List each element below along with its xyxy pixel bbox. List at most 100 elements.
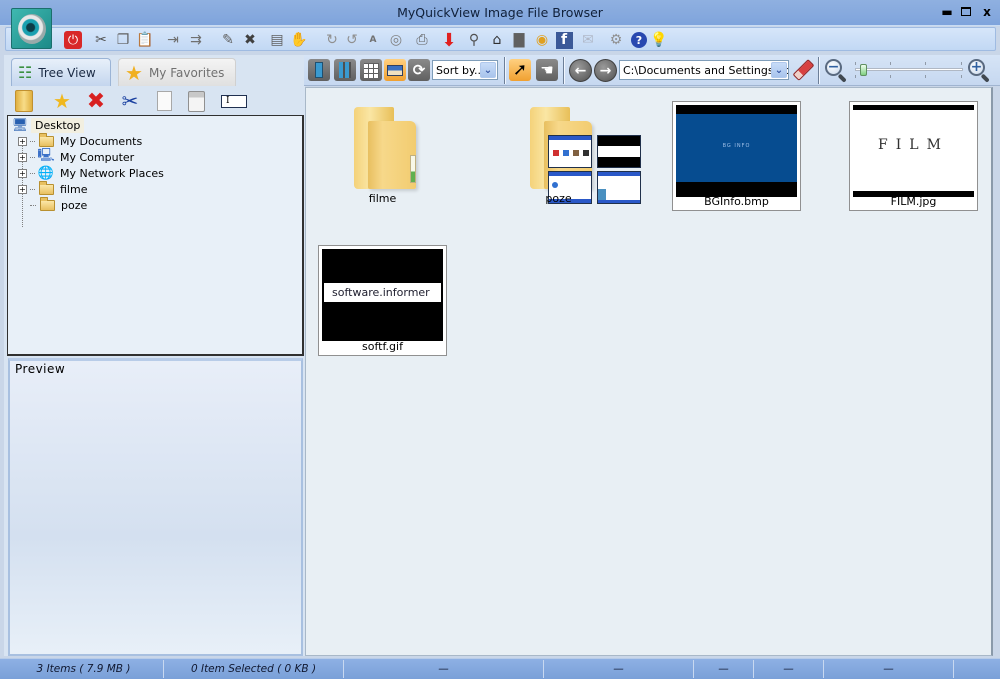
settings-button[interactable]: ⚙ bbox=[606, 30, 626, 50]
paste-button[interactable]: 📋 bbox=[135, 30, 155, 50]
view-grid-button[interactable] bbox=[360, 59, 382, 81]
expand-toggle[interactable]: + bbox=[18, 168, 27, 178]
folder-tree[interactable]: 🖥 Desktop + My Documents + 🖳 My Computer… bbox=[7, 115, 304, 356]
pan-tool-button[interactable]: ☚ bbox=[536, 59, 558, 81]
status-cell: — bbox=[544, 660, 694, 678]
search-button[interactable]: ⚲ bbox=[464, 30, 484, 50]
back-button[interactable]: ← bbox=[569, 59, 592, 82]
main-toolbar: ⏻ ✂ ❐ 📋 ⇥ ⇉ ✎ ✖ ▤ ✋ ↻ ↺ A ◎ ⎙ ⬇ ⚲ ⌂ ▇ ◉ f ✉ ⚙? 💡 bbox=[5, 27, 996, 51]
refresh-button[interactable]: ⟳ bbox=[408, 59, 430, 81]
sort-by-dropdown[interactable]: Sort by.. ⌄ bbox=[432, 60, 498, 80]
delete-button[interactable]: ✖ bbox=[84, 88, 108, 114]
view-columns-button[interactable] bbox=[334, 59, 356, 81]
download-icon: ⬇ bbox=[441, 29, 457, 51]
compass-icon: ◎ bbox=[389, 32, 403, 48]
tree-node-filme[interactable]: + filme bbox=[18, 180, 90, 197]
email-button[interactable]: ✉ bbox=[578, 30, 598, 50]
facebook-button[interactable]: f bbox=[554, 30, 574, 50]
properties-icon: ▤ bbox=[270, 32, 284, 48]
tree-node-label: My Computer bbox=[60, 150, 135, 164]
tree-node-label: Desktop bbox=[31, 117, 85, 133]
edit-button[interactable]: ✎ bbox=[218, 30, 238, 50]
tree-node-my-computer[interactable]: + 🖳 My Computer bbox=[18, 148, 137, 165]
burn-cd-button[interactable]: ◉ bbox=[532, 30, 552, 50]
zoom-in-button[interactable]: + bbox=[967, 58, 991, 83]
view-columns-icon bbox=[339, 62, 351, 78]
left-panel: ☷ Tree View ★ My Favorites ★ ✖ ✂ I 🖥 Des… bbox=[4, 55, 305, 656]
move-to-button[interactable]: ⇥ bbox=[163, 30, 183, 50]
forward-button[interactable]: → bbox=[594, 59, 617, 82]
tree-node-poze[interactable]: poze bbox=[18, 196, 90, 213]
expand-toggle[interactable]: + bbox=[18, 136, 27, 146]
copy-to-icon: ⇉ bbox=[190, 32, 202, 48]
tree-node-my-network-places[interactable]: + 🌐 My Network Places bbox=[18, 165, 167, 181]
rotate-left-icon: ↺ bbox=[346, 32, 358, 48]
paste-button[interactable] bbox=[184, 88, 208, 114]
path-value: C:\Documents and Settings\Ac bbox=[623, 63, 789, 77]
eraser-icon bbox=[792, 59, 814, 81]
tree-node-desktop[interactable]: 🖥 Desktop bbox=[11, 117, 85, 133]
help-button[interactable]: ? bbox=[629, 30, 649, 50]
close-button[interactable]: x bbox=[979, 5, 995, 19]
copy-button[interactable] bbox=[152, 88, 176, 114]
view-grid-icon bbox=[363, 62, 379, 78]
file-name: softf.gif bbox=[362, 340, 403, 353]
add-favorite-button[interactable]: ★ bbox=[50, 88, 74, 114]
monitor-button[interactable]: ▇ bbox=[509, 30, 529, 50]
expand-toggle[interactable]: + bbox=[18, 184, 27, 194]
maximize-button[interactable] bbox=[958, 5, 974, 19]
file-name: FILM.jpg bbox=[890, 195, 937, 208]
rotate-left-button[interactable]: ↺ bbox=[342, 30, 362, 50]
add-favorite-icon: ★ bbox=[53, 89, 71, 113]
move-to-icon: ⇥ bbox=[167, 32, 179, 48]
expand-toggle[interactable]: + bbox=[18, 152, 27, 162]
view-list-button[interactable] bbox=[308, 59, 330, 81]
new-folder-button[interactable] bbox=[12, 88, 36, 114]
arrow-cursor-icon: ➚ bbox=[512, 60, 528, 80]
rename-button[interactable]: I bbox=[221, 95, 247, 108]
power-button[interactable]: ⏻ bbox=[63, 30, 83, 50]
chevron-down-icon: ⌄ bbox=[771, 62, 787, 78]
cut-button[interactable]: ✂ bbox=[91, 30, 111, 50]
tab-my-favorites[interactable]: ★ My Favorites bbox=[118, 58, 236, 86]
tab-tree-view[interactable]: ☷ Tree View bbox=[11, 58, 111, 86]
image-thumbnail: software.informer bbox=[322, 249, 443, 341]
slider-thumb[interactable] bbox=[860, 64, 867, 76]
view-thumbnails-button[interactable] bbox=[384, 59, 406, 81]
rotate-right-icon: ↻ bbox=[326, 32, 338, 48]
clear-path-button[interactable] bbox=[792, 59, 814, 81]
auto-rotate-button[interactable]: A bbox=[363, 30, 383, 50]
file-item-bginfo[interactable]: BG INFO BGInfo.bmp bbox=[672, 101, 801, 211]
copy-button[interactable]: ❐ bbox=[113, 30, 133, 50]
file-item-film[interactable]: FILM FILM.jpg bbox=[849, 101, 978, 211]
properties-button[interactable]: ▤ bbox=[267, 30, 287, 50]
tree-node-label: poze bbox=[61, 198, 88, 212]
network-places-icon: 🌐 bbox=[37, 165, 55, 181]
file-item-poze[interactable]: poze bbox=[494, 97, 641, 207]
facebook-icon: f bbox=[555, 31, 573, 49]
slideshow-button[interactable]: ⌂ bbox=[487, 30, 507, 50]
zoom-slider[interactable] bbox=[855, 60, 963, 80]
rotate-right-button[interactable]: ↻ bbox=[322, 30, 342, 50]
set-wallpaper-button[interactable]: ✋ bbox=[289, 30, 309, 50]
file-thumbnail-area[interactable]: filme poze BG INFO BGInfo.bmp FILM FILM.… bbox=[305, 87, 993, 656]
file-item-softf[interactable]: software.informer softf.gif bbox=[318, 245, 447, 356]
copy-icon bbox=[156, 91, 172, 111]
delete-file-button[interactable]: ✖ bbox=[240, 30, 260, 50]
slideshow-icon: ⌂ bbox=[492, 32, 502, 48]
search-icon: ⚲ bbox=[468, 32, 480, 48]
compass-button[interactable]: ◎ bbox=[386, 30, 406, 50]
select-tool-button[interactable]: ➚ bbox=[509, 59, 531, 81]
zoom-out-button[interactable]: − bbox=[824, 58, 848, 83]
tip-bulb-icon: 💡 bbox=[650, 32, 668, 48]
copy-to-button[interactable]: ⇉ bbox=[186, 30, 206, 50]
file-item-filme[interactable]: filme bbox=[318, 97, 447, 207]
path-dropdown[interactable]: C:\Documents and Settings\Ac ⌄ bbox=[619, 60, 789, 80]
minimize-button[interactable]: ▬ bbox=[939, 5, 955, 19]
app-logo[interactable] bbox=[11, 8, 52, 49]
cut-button[interactable]: ✂ bbox=[118, 88, 142, 114]
download-button[interactable]: ⬇ bbox=[439, 29, 459, 51]
print-button[interactable]: ⎙ bbox=[412, 30, 432, 50]
slider-tick bbox=[925, 62, 926, 65]
tip-bulb-button[interactable]: 💡 bbox=[649, 30, 669, 50]
